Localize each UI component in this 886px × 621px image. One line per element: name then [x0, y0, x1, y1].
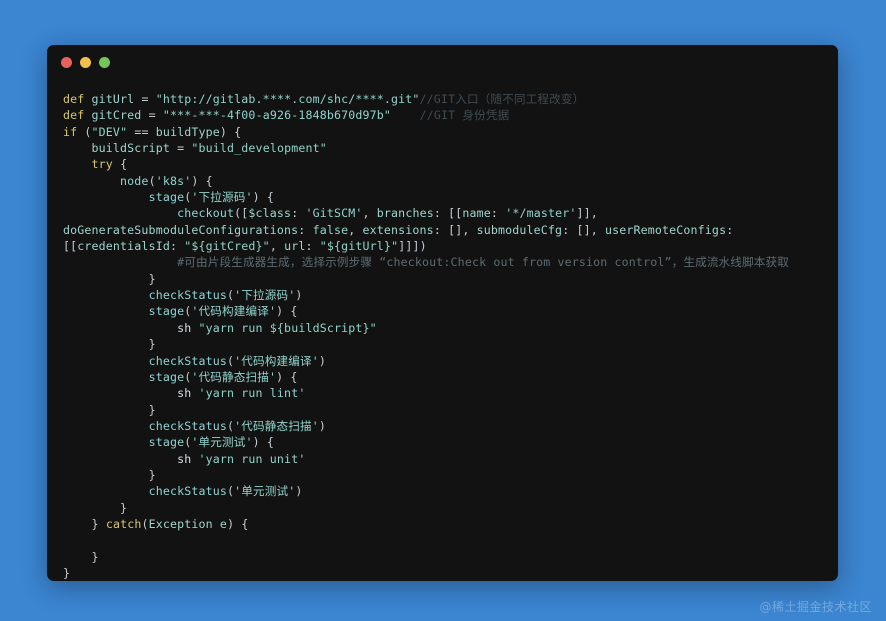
code-content-area[interactable]: def gitUrl = "http://gitlab.****.com/shc… [47, 77, 838, 581]
watermark-text: @稀土掘金技术社区 [759, 600, 872, 614]
maximize-window-button[interactable] [99, 57, 110, 68]
close-window-button[interactable] [61, 57, 72, 68]
window-controls [61, 57, 110, 68]
minimize-window-button[interactable] [80, 57, 91, 68]
window-titlebar [47, 45, 838, 77]
source-code-block[interactable]: def gitUrl = "http://gitlab.****.com/shc… [63, 91, 822, 581]
code-editor-window: def gitUrl = "http://gitlab.****.com/shc… [47, 45, 838, 581]
